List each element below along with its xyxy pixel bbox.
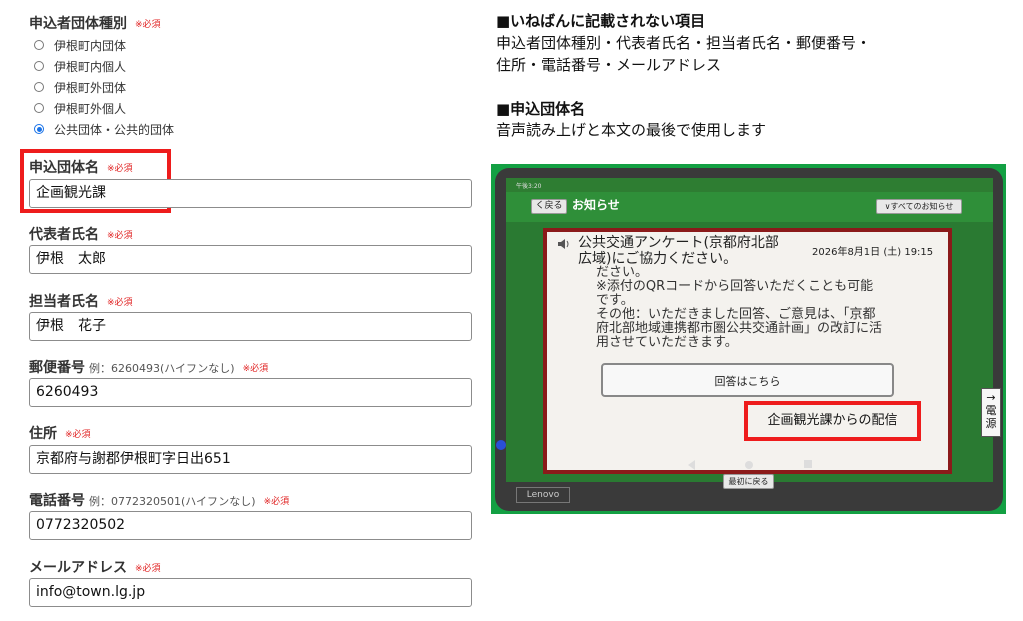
email-label-text: メールアドレス [29,560,127,576]
required-mark: ※必須 [65,430,91,440]
postal-hint: 例：6260493(ハイフンなし) [89,362,235,375]
postal-input[interactable]: 6260493 [29,378,472,407]
radio-option-5[interactable]: 公共団体・公共的団体 [34,121,174,137]
postal-label-text: 郵便番号 [29,360,85,376]
radio-button[interactable] [34,61,44,71]
notice-body-line: その他：いただきました回答、ご意見は、「京都 [596,307,876,322]
radio-option-1[interactable]: 伊根町内団体 [34,37,126,53]
required-mark: ※必須 [107,298,133,308]
tablet-status-bar: 午後3:20 [506,178,993,192]
back-to-top-button[interactable]: 最初に戻る [723,474,774,489]
radio-label: 伊根町内個人 [54,59,127,74]
notice-body-line: です。 [596,293,634,308]
required-mark: ※必須 [263,497,290,507]
notice-date: 2026年8月1日 (土) 19:15 [812,247,934,258]
radio-button[interactable] [34,103,44,113]
rep-name-input[interactable]: 伊根 太郎 [29,245,472,274]
contact-name-label-text: 担当者氏名 [29,294,99,310]
radio-option-2[interactable]: 伊根町内個人 [34,58,126,74]
nav-home-icon[interactable] [745,461,753,469]
required-mark: ※必須 [107,164,133,174]
org-name-input[interactable]: 企画観光課 [29,179,472,208]
notes-section2-title: ■申込団体名 [496,100,586,118]
notice-body-line: 府北部地域連携都市圏公共交通計画」の改訂に活 [596,321,883,336]
tablet-back-button[interactable]: く戻る [531,199,567,214]
power-char-2: 源 [985,417,997,430]
notice-title-line1: 公共交通アンケート(京都府北部 [578,235,779,251]
notice-body-line: ※添付のQRコードから回答いただくことも可能 [596,279,874,294]
radio-label: 公共団体・公共的団体 [54,122,175,137]
address-label: 住所 ※必須 [29,423,91,443]
lenovo-logo: Lenovo [516,487,570,503]
radio-label: 伊根町外個人 [54,101,127,116]
phone-label-text: 電話番号 [29,493,85,509]
email-input[interactable]: info@town.lg.jp [29,578,472,607]
contact-name-input[interactable]: 伊根 花子 [29,312,472,341]
required-mark: ※必須 [135,20,161,30]
required-mark: ※必須 [135,564,161,574]
form-panel: 申込者団体種別 ※必須 伊根町内団体 伊根町内個人 伊根町外団体 伊根町外個人 公… [0,0,480,621]
org-type-label: 申込者団体種別 ※必須 [29,13,161,33]
address-input[interactable]: 京都府与謝郡伊根町字日出651 [29,445,472,474]
nav-back-icon[interactable] [688,460,695,470]
nav-recents-icon[interactable] [804,460,812,468]
tablet-header-title: お知らせ [572,198,620,212]
email-label: メールアドレス ※必須 [29,557,161,577]
org-name-label: 申込団体名 ※必須 [29,157,133,177]
org-name-label-text: 申込団体名 [29,160,99,176]
notes-section1-title: ■いねばんに記載されない項目 [496,12,706,30]
status-time: 午後3:20 [516,183,542,190]
notes-section1-line2: 住所・電話番号・メールアドレス [496,56,722,74]
radio-button[interactable] [34,82,44,92]
rep-name-label: 代表者氏名 ※必須 [29,224,133,244]
radio-option-3[interactable]: 伊根町外団体 [34,79,126,95]
camera-dot [496,440,506,450]
answer-button[interactable]: 回答はこちら [601,363,894,397]
postal-label: 郵便番号 例：6260493(ハイフンなし) ※必須 [29,357,268,377]
notice-body-line: 用させていただきます。 [596,335,738,350]
radio-label: 伊根町外団体 [54,80,127,95]
rep-name-label-text: 代表者氏名 [29,227,99,243]
required-mark: ※必須 [107,231,133,241]
radio-button[interactable] [34,40,44,50]
contact-name-label: 担当者氏名 ※必須 [29,291,133,311]
phone-input[interactable]: 0772320502 [29,511,472,540]
power-char-1: 電 [985,404,997,417]
speaker-icon [557,236,571,250]
sender-label: 企画観光課からの配信 [748,405,917,437]
notice-body: ださい。 ※添付のQRコードから回答いただくことも可能 です。 その他：いただき… [596,266,936,350]
org-type-label-text: 申込者団体種別 [29,16,127,32]
notes-section2-text: 音声読み上げと本文の最後で使用します [496,121,767,139]
notice-body-line: ださい。 [596,265,649,280]
radio-button-selected[interactable] [34,124,44,134]
power-arrow: → [986,391,996,404]
phone-hint: 例：0772320501(ハイフンなし) [89,495,256,508]
notes-section1-line1: 申込者団体種別・代表者氏名・担当者氏名・郵便番号・ [496,34,872,52]
phone-label: 電話番号 例：0772320501(ハイフンなし) ※必須 [29,490,289,510]
all-notices-button[interactable]: ∨すべてのお知らせ [876,199,962,214]
address-label-text: 住所 [29,426,57,442]
required-mark: ※必須 [242,364,269,374]
radio-option-4[interactable]: 伊根町外個人 [34,100,126,116]
radio-label: 伊根町内団体 [54,38,127,53]
power-label: → 電 源 [981,388,1001,437]
